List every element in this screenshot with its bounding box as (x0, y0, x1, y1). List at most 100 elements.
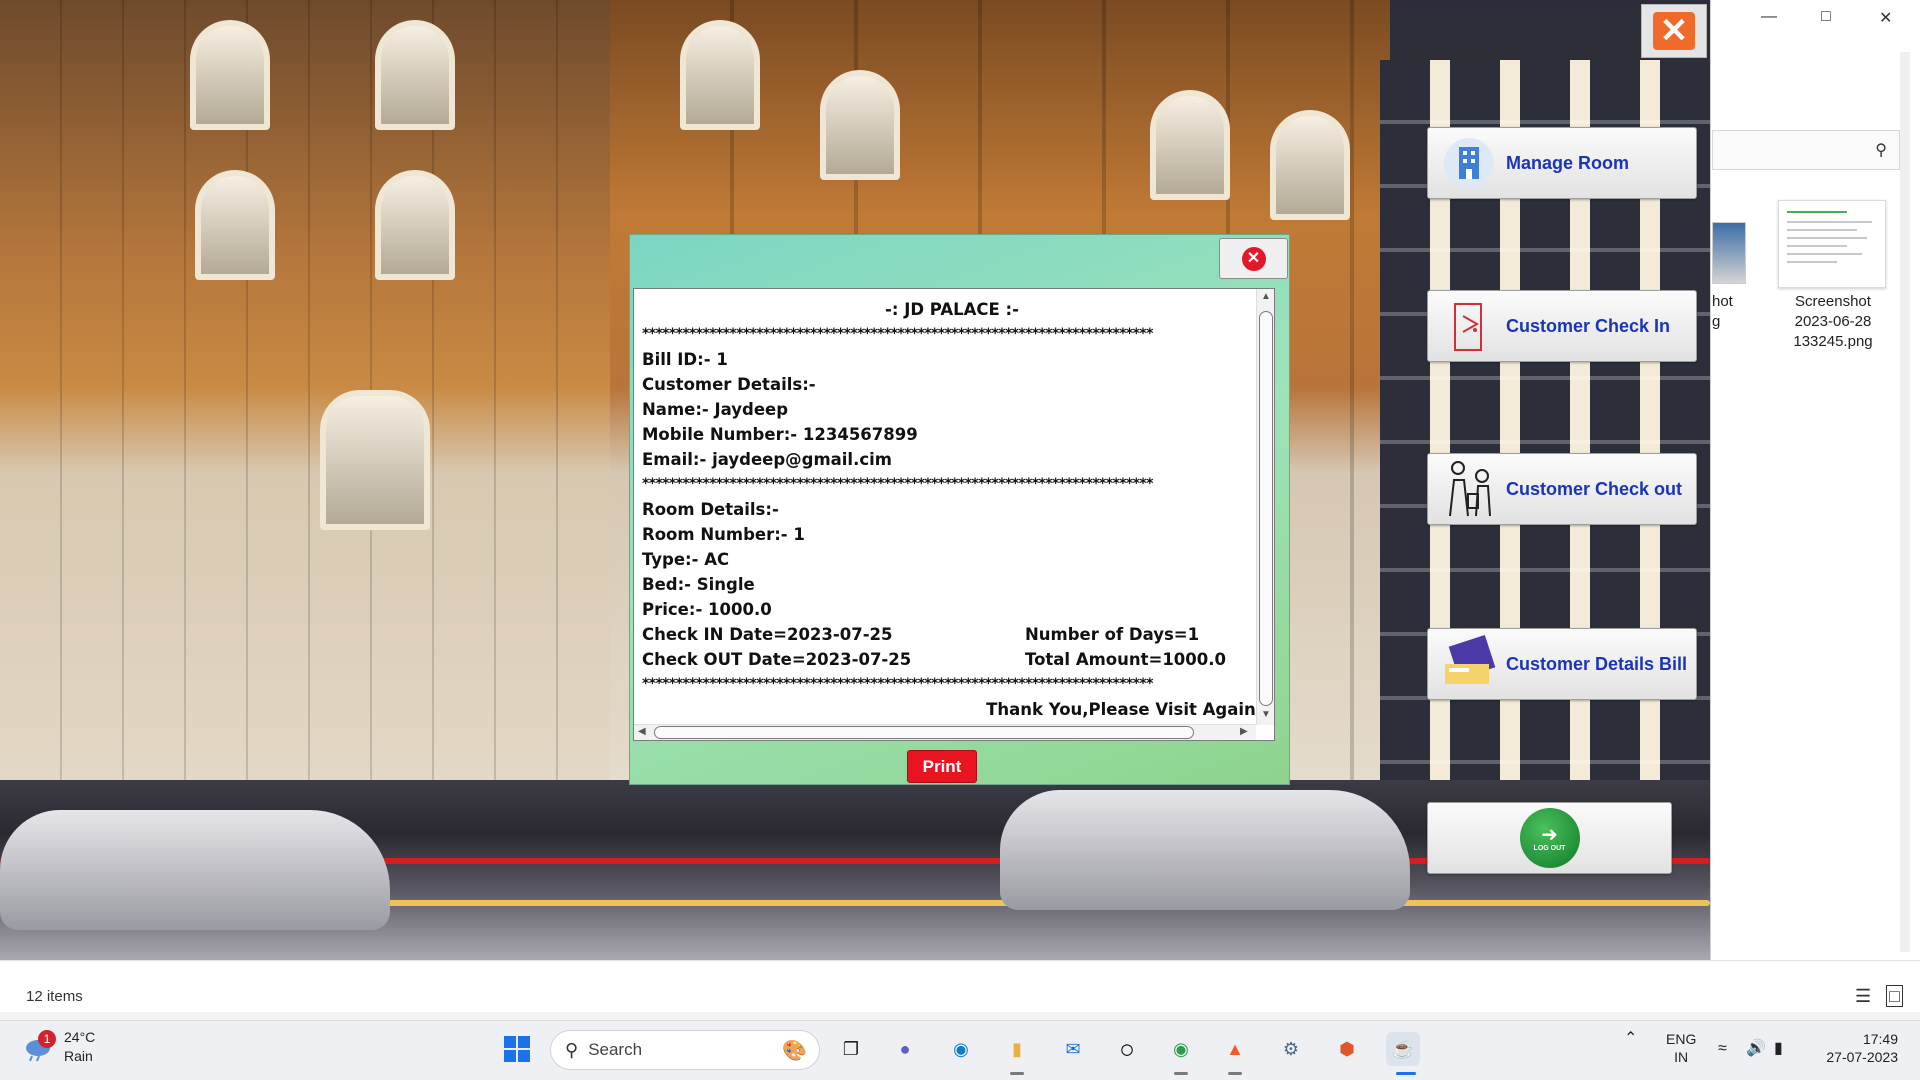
scroll-thumb[interactable] (1259, 311, 1273, 706)
facade-window (1150, 90, 1230, 200)
file-label-line: Screenshot (1795, 293, 1871, 310)
file-label-line: hot (1712, 293, 1733, 310)
scroll-thumb[interactable] (654, 726, 1194, 739)
close-icon[interactable]: ✕ (1879, 8, 1892, 28)
separator: ****************************************… (642, 326, 1153, 342)
file-thumbnail[interactable] (1712, 222, 1746, 284)
time: 17:49 (1862, 1031, 1898, 1047)
customer-check-out-button[interactable]: Customer Check out (1427, 453, 1697, 525)
scroll-up-icon[interactable]: ▲ (1261, 291, 1271, 302)
customer-email: Email:- jaydeep@gmail.cim (642, 450, 892, 469)
dialog-close-button[interactable]: ✕ (1219, 238, 1288, 279)
region-code: IN (1674, 1049, 1689, 1065)
facade-window (190, 20, 270, 130)
bill-vertical-scrollbar[interactable]: ▲ ▼ (1256, 289, 1274, 725)
customer-heading: Customer Details:- (642, 375, 816, 394)
maximize-icon[interactable]: □ (1821, 8, 1831, 26)
customer-details-bill-button[interactable]: Customer Details Bill (1427, 628, 1697, 700)
language-code: ENG (1666, 1031, 1697, 1047)
tiles-view-icon[interactable]: □ (1886, 985, 1904, 1007)
logout-button[interactable]: ➜ LOG OUT (1427, 802, 1672, 874)
file-label-line: 133245.png (1793, 333, 1873, 350)
facade-window (820, 70, 900, 180)
thumb-line (1787, 261, 1837, 263)
scroll-left-icon[interactable]: ◀ (638, 726, 646, 737)
running-indicator (1010, 1072, 1024, 1075)
screenshot-file-label[interactable]: Screenshot 2023-06-28 133245.png (1760, 292, 1906, 352)
file-label-line: g (1712, 313, 1721, 330)
check-in-date: Check IN Date=2023-07-25 (642, 625, 893, 644)
explorer-scrollbar[interactable] (1900, 52, 1910, 952)
print-button[interactable]: Print (907, 750, 977, 783)
brave-icon[interactable]: ▲ (1218, 1032, 1252, 1066)
bill-id: Bill ID:- 1 (642, 350, 728, 369)
car (0, 810, 390, 930)
car (1000, 790, 1410, 910)
thumb-line (1787, 245, 1847, 247)
view-toggle[interactable]: ☰ □ (1855, 985, 1904, 1007)
bill-title: -: JD PALACE :- (885, 300, 1019, 319)
thumb-line (1787, 211, 1847, 213)
edge-browser-icon[interactable]: ◉ (944, 1032, 978, 1066)
explorer-status-bar (0, 960, 1920, 1012)
hotel-facade-left (0, 0, 620, 860)
teams-chat-icon[interactable]: ● (888, 1032, 922, 1066)
logout-icon-label: LOG OUT (1533, 844, 1566, 852)
explorer-search-box[interactable]: ⚲ (1712, 130, 1900, 170)
menu-label: Customer Details Bill (1506, 653, 1688, 674)
search-icon: ⚲ (1875, 142, 1887, 159)
thumb-line (1787, 253, 1862, 255)
chrome-icon[interactable]: ◉ (1164, 1032, 1198, 1066)
clock[interactable]: 17:49 27-07-2023 (1818, 1030, 1898, 1066)
customer-mobile: Mobile Number:- 1234567899 (642, 425, 918, 444)
taskbar-search[interactable]: ⚲ Search 🎨 (550, 1030, 820, 1070)
checkout-row: Check OUT Date=2023-07-25 Total Amount=1… (642, 647, 1262, 672)
app-close-button[interactable]: ✕ (1641, 4, 1707, 58)
wifi-icon[interactable]: ≈ (1718, 1040, 1727, 1058)
total-amount: Total Amount=1000.0 (1025, 650, 1226, 669)
logout-icon: ➜ LOG OUT (1519, 808, 1580, 868)
bill-horizontal-scrollbar[interactable]: ◀ ▶ (634, 724, 1256, 740)
close-icon: ✕ (1241, 246, 1266, 271)
mail-icon[interactable]: ✉ (1056, 1032, 1090, 1066)
room-type: Type:- AC (642, 550, 730, 569)
facade-window (195, 170, 275, 280)
dell-icon[interactable]: ◯ (1110, 1032, 1144, 1066)
close-icon: ✕ (1653, 12, 1695, 50)
building-icon (1438, 132, 1500, 194)
separator: ****************************************… (642, 676, 1153, 692)
office-icon[interactable]: ⬢ (1330, 1032, 1364, 1066)
file-label-partial[interactable]: hot g (1712, 292, 1733, 332)
bill-content: -: JD PALACE :- ************************… (642, 297, 1262, 722)
manage-room-button[interactable]: Manage Room (1427, 127, 1697, 199)
weather-widget[interactable]: 1 24°C Rain (22, 1028, 95, 1066)
settings-gear-icon[interactable]: ⚙ (1274, 1032, 1308, 1066)
screenshot-thumbnail[interactable] (1778, 200, 1886, 288)
facade-window (375, 20, 455, 130)
task-view-icon[interactable]: ❐ (834, 1032, 868, 1066)
file-explorer-icon[interactable]: ▮ (1000, 1032, 1034, 1066)
chevron-up-icon[interactable]: ⌃ (1624, 1030, 1637, 1048)
customer-check-in-button[interactable]: Customer Check In (1427, 290, 1697, 362)
running-indicator (1174, 1072, 1188, 1075)
thumb-line (1787, 237, 1867, 239)
facade-window (375, 170, 455, 280)
scroll-right-icon[interactable]: ▶ (1240, 726, 1248, 737)
java-app-icon[interactable]: ☕ (1386, 1032, 1420, 1066)
windows-start-icon[interactable] (500, 1032, 534, 1066)
facade-window (680, 20, 760, 130)
language-indicator[interactable]: ENG IN (1666, 1030, 1696, 1066)
battery-icon[interactable]: ▮ (1774, 1040, 1783, 1058)
rain-cloud-icon: 1 (22, 1030, 56, 1062)
bill-text-area[interactable]: -: JD PALACE :- ************************… (633, 288, 1275, 741)
volume-icon[interactable]: 🔊 (1746, 1040, 1766, 1058)
minimize-icon[interactable]: — (1761, 8, 1777, 26)
bill-icon (1438, 633, 1500, 695)
running-indicator (1228, 1072, 1242, 1075)
search-label: Search (588, 1040, 643, 1059)
facade-window (320, 390, 430, 530)
scroll-down-icon[interactable]: ▼ (1261, 709, 1271, 720)
date: 27-07-2023 (1826, 1049, 1898, 1065)
active-app-indicator (1396, 1072, 1416, 1075)
details-view-icon[interactable]: ☰ (1855, 986, 1871, 1006)
